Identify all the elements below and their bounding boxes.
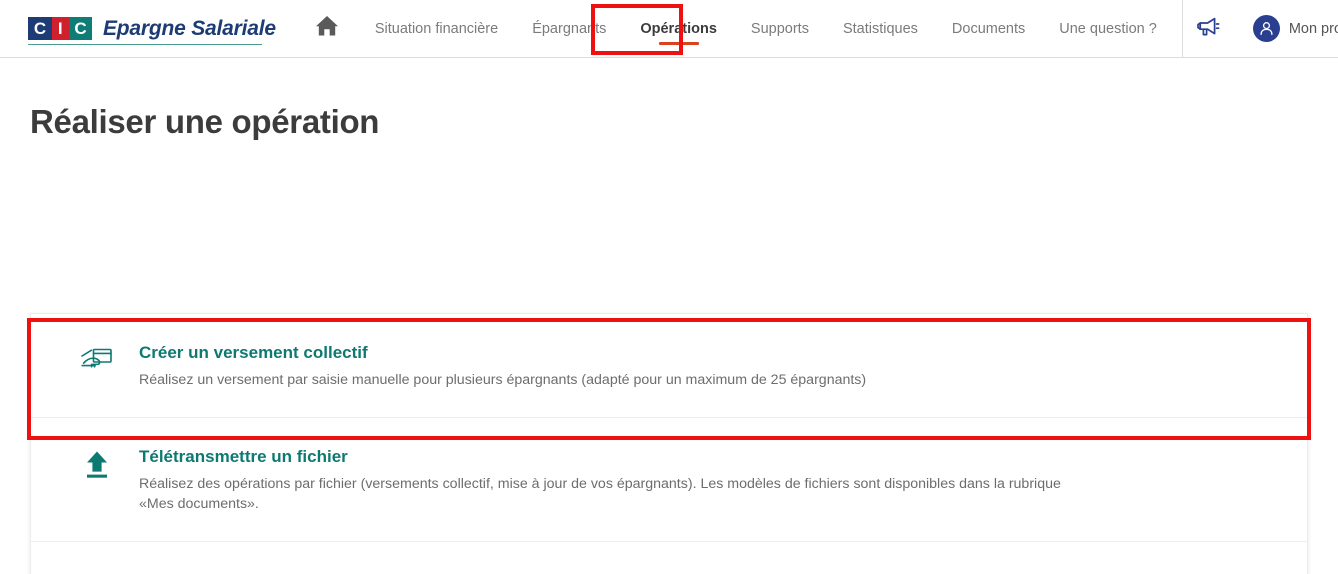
nav-label: Statistiques <box>842 20 918 37</box>
nav-item-epargnants[interactable]: Épargnants <box>515 0 623 58</box>
nav-label: Situation financière <box>374 20 499 37</box>
logo-letter-c1: C <box>28 17 52 40</box>
profile-label: Mon profil <box>1288 20 1338 37</box>
operation-body: Ajouter un épargnant Complétez la liste … <box>139 570 1283 574</box>
app-header: C I C Epargne Salariale Situation financ… <box>0 0 1338 58</box>
operation-title: Ajouter un épargnant <box>139 570 1253 574</box>
nav-item-operations[interactable]: Opérations <box>623 0 734 58</box>
nav-label: Supports <box>750 20 809 37</box>
logo-letter-c2: C <box>68 17 92 40</box>
nav-label: Épargnants <box>532 20 607 37</box>
operation-body: Créer un versement collectif Réalisez un… <box>139 342 1283 391</box>
operation-row-ajouter-epargnant[interactable]: Ajouter un épargnant Complétez la liste … <box>31 540 1307 574</box>
home-button[interactable] <box>314 14 340 44</box>
nav-label: Opérations <box>640 20 717 37</box>
operation-icon-wrap <box>55 446 139 486</box>
operation-description: Réalisez un versement par saisie manuell… <box>139 372 867 389</box>
operation-row-teletransmettre[interactable]: Télétransmettre un fichier Réalisez des … <box>31 416 1307 541</box>
active-tab-underline <box>658 41 699 45</box>
nav-item-statistiques[interactable]: Statistiques <box>826 0 935 58</box>
page-title: Réaliser une opération <box>30 103 380 140</box>
megaphone-icon <box>1196 15 1221 43</box>
nav-label: Une question ? <box>1059 20 1157 37</box>
profile-menu-button[interactable]: Mon profil <box>1235 0 1338 58</box>
announcements-button[interactable] <box>1183 0 1235 58</box>
operation-row-versement-collectif[interactable]: Créer un versement collectif Réalisez un… <box>31 314 1307 417</box>
operation-title: Créer un versement collectif <box>139 343 368 362</box>
brand-logo[interactable]: C I C Epargne Salariale <box>28 12 276 46</box>
nav-item-documents[interactable]: Documents <box>935 0 1042 58</box>
home-icon <box>314 14 340 43</box>
main-navigation: Situation financière Épargnants Opératio… <box>358 0 1174 58</box>
cic-logo-blocks: C I C <box>28 17 92 40</box>
hand-card-icon <box>79 345 115 380</box>
operations-card: Créer un versement collectif Réalisez un… <box>30 313 1308 574</box>
main-content: Réaliser une opération Créer un versemen… <box>0 103 1338 574</box>
operation-body: Télétransmettre un fichier Réalisez des … <box>139 446 1283 515</box>
nav-item-une-question[interactable]: Une question ? <box>1042 0 1174 58</box>
nav-item-situation-financiere[interactable]: Situation financière <box>358 0 515 58</box>
user-avatar-icon <box>1252 15 1280 42</box>
operation-icon-wrap <box>55 570 139 574</box>
operation-icon-wrap <box>55 342 139 380</box>
nav-item-supports[interactable]: Supports <box>734 0 826 58</box>
logo-letter-i: I <box>51 17 69 40</box>
logo-underline <box>28 43 262 45</box>
operation-description: Réalisez des opérations par fichier (ver… <box>139 475 1061 513</box>
upload-icon <box>82 449 112 486</box>
operation-title: Télétransmettre un fichier <box>139 446 348 466</box>
brand-name: Epargne Salariale <box>103 16 276 40</box>
header-right-area: Mon profil <box>1174 0 1338 58</box>
nav-label: Documents <box>951 20 1026 37</box>
